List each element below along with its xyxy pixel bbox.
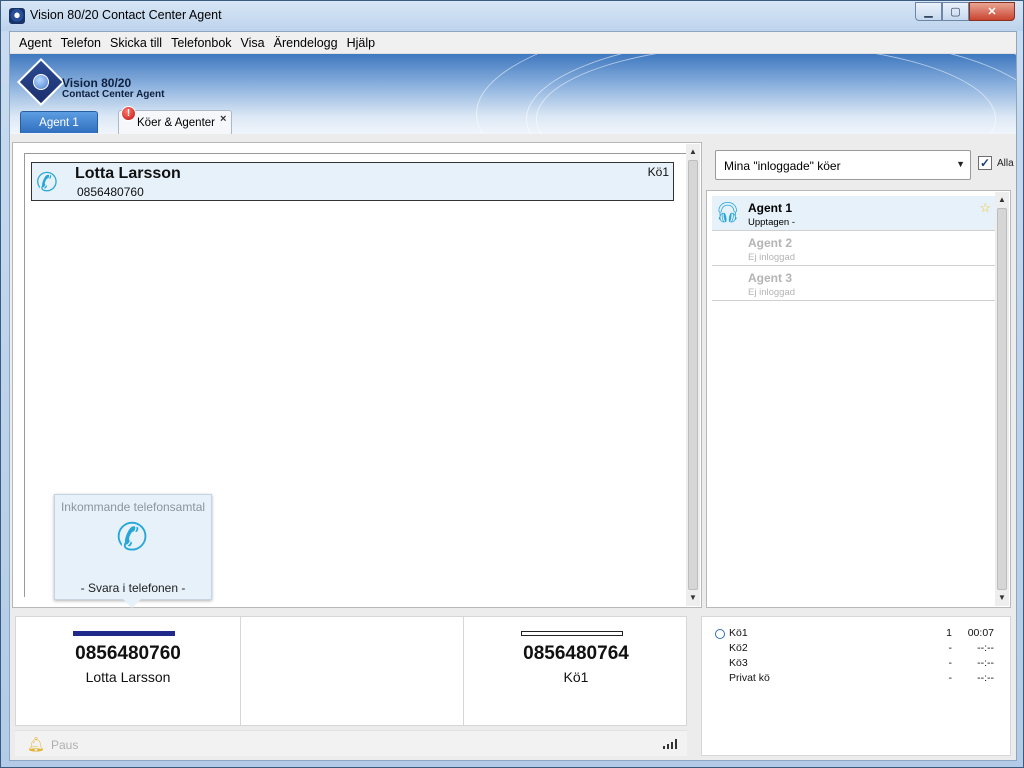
- caller-number: 0856480760: [77, 185, 144, 199]
- queue-row-1[interactable]: Kö1 1 00:07: [702, 627, 1010, 642]
- agent-row-3[interactable]: Agent 3 Ej inloggad: [712, 266, 995, 301]
- queue-summary: Kö1 1 00:07 Kö2 - --:-- Kö3 - --:-- Priv…: [701, 616, 1011, 756]
- banner-decoration: [536, 54, 996, 134]
- scroll-thumb[interactable]: [688, 160, 698, 590]
- queue-count: -: [948, 657, 953, 669]
- popup-title: Inkommande telefonsamtal: [60, 500, 206, 514]
- slot-active-indicator: [73, 631, 175, 636]
- alert-icon: !: [121, 106, 136, 121]
- incoming-call-popup[interactable]: Inkommande telefonsamtal ✆ - Svara i tel…: [54, 494, 212, 608]
- selected-dot-icon: [715, 629, 725, 639]
- status-bar: 🔔︎ Paus: [15, 730, 687, 756]
- all-checkbox[interactable]: ✓: [978, 156, 992, 170]
- scroll-up-icon[interactable]: ▲: [995, 193, 1009, 207]
- slot-number: 0856480764: [523, 643, 629, 664]
- app-icon: [9, 8, 25, 24]
- call-list-scrollbar[interactable]: ▲ ▼: [686, 144, 700, 606]
- agent-list-scrollbar[interactable]: ▲ ▼: [995, 192, 1009, 606]
- slot-idle-indicator: [521, 631, 623, 636]
- caller-name: Lotta Larsson: [75, 165, 181, 182]
- queue-name: Kö3: [729, 657, 748, 669]
- headset-icon: 🎧︎: [715, 202, 741, 224]
- agent-list: 🎧︎ Agent 1 Upptagen - ☆ Agent 2 Ej inlog…: [706, 190, 1011, 608]
- agent-row-1[interactable]: 🎧︎ Agent 1 Upptagen - ☆: [712, 196, 995, 231]
- call-slots: 0856480760 Lotta Larsson 0856480764 Kö1: [15, 616, 687, 726]
- brand-logo-dot: [33, 74, 49, 90]
- queue-wait-time: 00:07: [967, 627, 994, 639]
- app-window: Vision 80/20 Contact Center Agent ▁ ▢ ✕ …: [0, 0, 1024, 768]
- queue-count: 1: [946, 627, 952, 639]
- slot-number: 0856480760: [75, 643, 181, 664]
- queue-row-2[interactable]: Kö2 - --:--: [702, 642, 1010, 657]
- queue-filter-select[interactable]: Mina "inloggade" köer ▼: [715, 150, 971, 180]
- brand-subtitle: Contact Center Agent: [62, 89, 165, 100]
- call-slot[interactable]: [240, 617, 464, 725]
- queue-name: Kö2: [729, 642, 748, 654]
- queue-count: -: [948, 672, 953, 684]
- queue-wait-time: --:--: [977, 642, 994, 654]
- scroll-down-icon[interactable]: ▼: [995, 591, 1009, 605]
- queue-filter-value: Mina "inloggade" köer: [724, 159, 841, 173]
- call-slot[interactable]: 0856480764 Kö1: [464, 617, 688, 725]
- window-title: Vision 80/20 Contact Center Agent: [30, 8, 222, 22]
- agent-status: Upptagen -: [748, 217, 796, 228]
- maximize-button[interactable]: ▢: [942, 2, 969, 21]
- menu-skicka-till[interactable]: Skicka till: [106, 36, 167, 50]
- queue-row-4[interactable]: Privat kö - --:--: [702, 672, 1010, 687]
- menu-telefonbok[interactable]: Telefonbok: [167, 36, 236, 50]
- tab-agent[interactable]: Agent 1: [20, 111, 98, 133]
- menu-bar: Agent Telefon Skicka till Telefonbok Vis…: [10, 32, 1016, 54]
- call-queue: Kö1: [647, 165, 669, 179]
- signal-icon: [663, 739, 677, 749]
- tab-close-icon[interactable]: ×: [220, 113, 226, 125]
- agent-row-2[interactable]: Agent 2 Ej inloggad: [712, 231, 995, 266]
- queue-name: Privat kö: [729, 672, 770, 684]
- agent-status: Ej inloggad: [748, 287, 796, 298]
- agent-name: Agent 1: [748, 201, 793, 215]
- queue-count: -: [948, 642, 953, 654]
- window-controls: ▁ ▢ ✕: [915, 2, 1015, 21]
- slot-caller: Lotta Larsson: [85, 669, 171, 685]
- scroll-up-icon[interactable]: ▲: [686, 145, 700, 159]
- all-checkbox-label: Alla: [997, 158, 1014, 169]
- star-icon[interactable]: ☆: [979, 200, 991, 216]
- pause-label[interactable]: Paus: [51, 738, 78, 752]
- menu-hjalp[interactable]: Hjälp: [343, 36, 381, 50]
- scroll-down-icon[interactable]: ▼: [686, 591, 700, 605]
- header-banner: Vision 80/20 Contact Center Agent Agent …: [10, 54, 1016, 134]
- agent-status: Ej inloggad: [748, 252, 796, 263]
- chevron-down-icon: ▼: [956, 159, 965, 169]
- phone-icon: ✆: [116, 517, 148, 559]
- minimize-button[interactable]: ▁: [915, 2, 942, 21]
- menu-visa[interactable]: Visa: [237, 36, 270, 50]
- call-slot[interactable]: 0856480760 Lotta Larsson: [16, 617, 240, 725]
- close-button[interactable]: ✕: [969, 2, 1015, 21]
- menu-telefon[interactable]: Telefon: [57, 36, 106, 50]
- menu-agent[interactable]: Agent: [15, 36, 57, 50]
- call-row[interactable]: ✆ Lotta Larsson 0856480760 Kö1: [31, 162, 674, 201]
- agent-name: Agent 3: [748, 271, 793, 285]
- scroll-thumb[interactable]: [997, 208, 1007, 590]
- queue-wait-time: --:--: [977, 672, 994, 684]
- popup-action: - Svara i telefonen -: [80, 581, 186, 595]
- client-area: Agent Telefon Skicka till Telefonbok Vis…: [9, 31, 1017, 761]
- bell-icon[interactable]: 🔔︎: [27, 736, 45, 752]
- queue-row-3[interactable]: Kö3 - --:--: [702, 657, 1010, 672]
- queue-wait-time: --:--: [977, 657, 994, 669]
- agent-name: Agent 2: [748, 236, 793, 250]
- brand-name: Vision 80/20: [62, 76, 132, 90]
- menu-arendelogg[interactable]: Ärendelogg: [270, 36, 343, 50]
- slot-queue: Kö1: [563, 669, 589, 685]
- title-bar[interactable]: Vision 80/20 Contact Center Agent ▁ ▢ ✕: [1, 1, 1023, 31]
- phone-icon: ✆: [36, 167, 58, 197]
- queue-name: Kö1: [729, 627, 748, 639]
